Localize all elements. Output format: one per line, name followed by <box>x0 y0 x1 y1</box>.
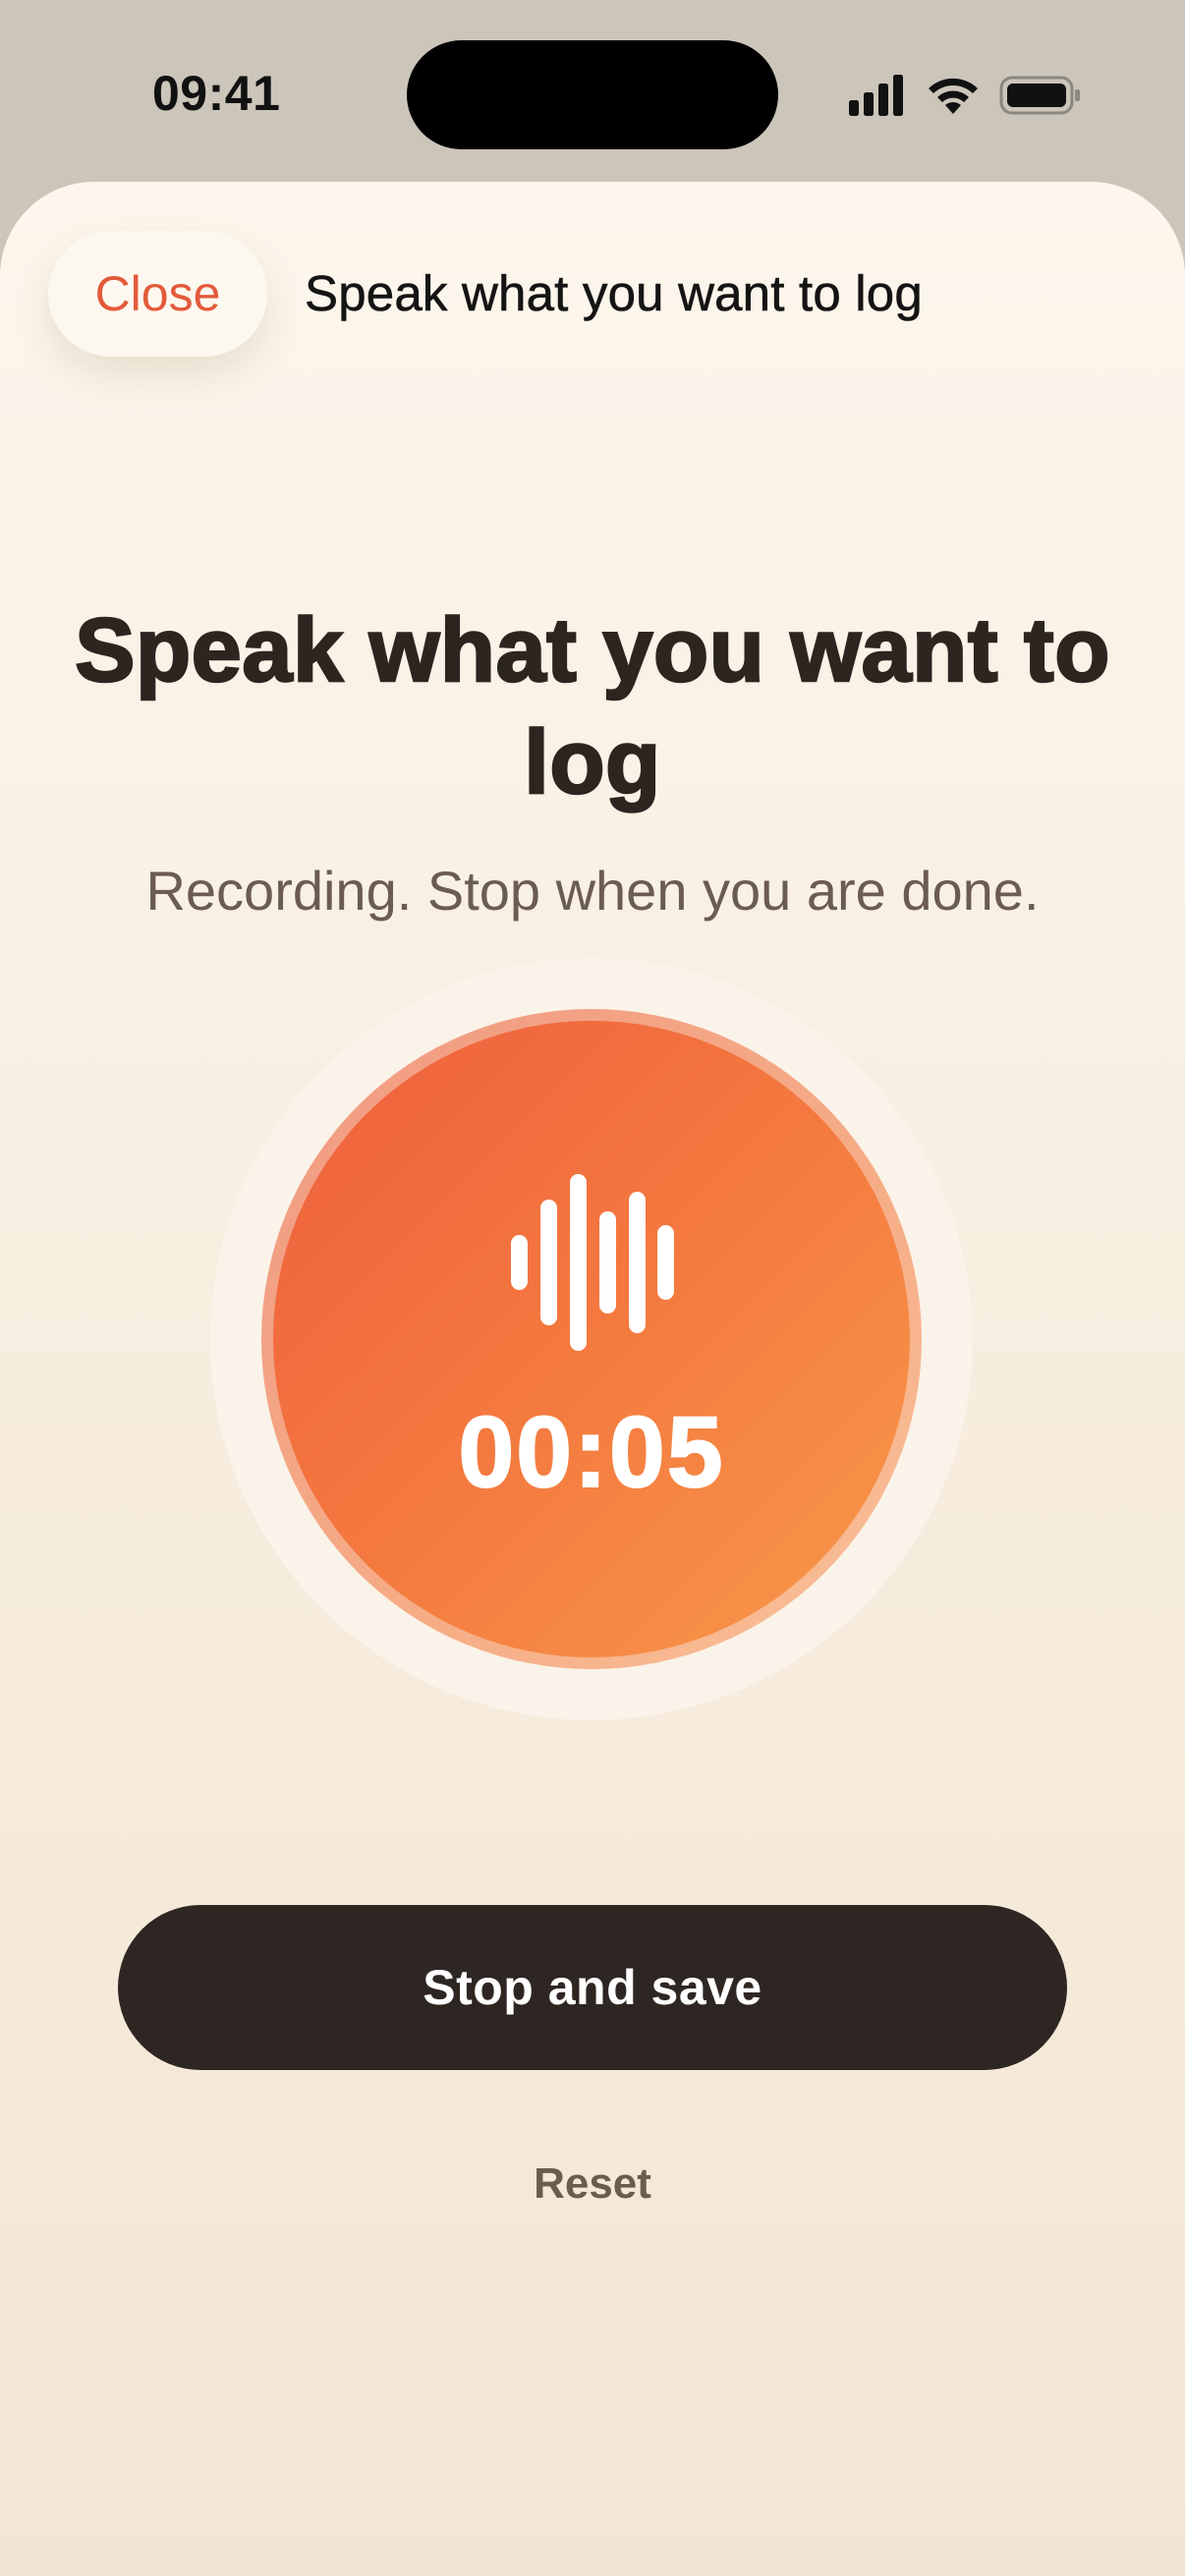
recording-timer: 00:05 <box>458 1395 725 1509</box>
audio-waveform-icon <box>511 1174 674 1351</box>
nav-title: Speak what you want to log <box>305 265 923 322</box>
battery-icon <box>999 76 1080 115</box>
dynamic-island <box>407 40 778 149</box>
status-time: 09:41 <box>152 66 281 121</box>
recording-status-text: Recording. Stop when you are done. <box>145 860 1040 922</box>
status-bar: 09:41 <box>0 0 1185 187</box>
wifi-icon <box>929 78 978 114</box>
status-icons <box>847 71 1083 120</box>
record-sheet: Close Speak what you want to log Speak w… <box>0 182 1185 2576</box>
page-heading: Speak what you want to log <box>74 599 1111 814</box>
reset-button[interactable]: Reset <box>445 2145 740 2223</box>
stop-and-save-button[interactable]: Stop and save <box>118 1905 1067 2070</box>
cellular-signal-icon <box>849 75 903 116</box>
close-button[interactable]: Close <box>48 231 267 357</box>
